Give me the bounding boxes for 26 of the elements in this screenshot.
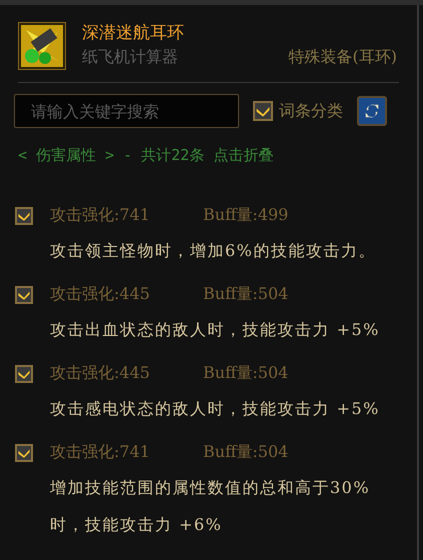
item-source: 纸飞机计算器 <box>82 47 178 68</box>
entry-description: 攻击感电状态的敌人时，技能攻击力 +5% <box>50 398 381 420</box>
checkbox[interactable] <box>253 101 273 121</box>
item-icon <box>18 22 66 70</box>
buff-stat: Buff量:504 <box>203 363 288 384</box>
group-header[interactable]: < 伤害属性 > - 共计22条 点击折叠 <box>18 146 417 165</box>
attack-stat: 攻击强化:445 <box>50 363 151 384</box>
entry-description: 攻击领主怪物时，增加6%的技能攻击力。 <box>50 240 377 262</box>
search-field[interactable]: 请输入关键字搜索 <box>14 94 239 128</box>
item-name: 深潜迷航耳环 <box>82 22 184 44</box>
attack-stat: 攻击强化:445 <box>50 284 151 305</box>
attack-stat: 攻击强化:741 <box>50 205 151 226</box>
refresh-button[interactable] <box>357 96 387 126</box>
item-type: 特殊装备(耳环) <box>288 47 397 68</box>
checkbox[interactable] <box>15 206 33 224</box>
checkbox[interactable] <box>15 444 33 462</box>
checkbox[interactable] <box>15 364 33 382</box>
buff-stat: Buff量:499 <box>203 205 288 226</box>
attack-stat: 攻击强化:741 <box>50 442 151 463</box>
refresh-icon <box>363 102 381 120</box>
entry-description: 增加技能范围的属性数值的总和高于30%时，技能攻击力 +6% <box>50 477 372 536</box>
checkbox-label: 词条分类 <box>279 100 343 122</box>
buff-stat: Buff量:504 <box>203 284 288 305</box>
buff-stat: Buff量:504 <box>203 442 288 463</box>
checkbox[interactable] <box>15 286 33 304</box>
entry-description: 攻击出血状态的敌人时，技能攻击力 +5% <box>50 319 381 341</box>
